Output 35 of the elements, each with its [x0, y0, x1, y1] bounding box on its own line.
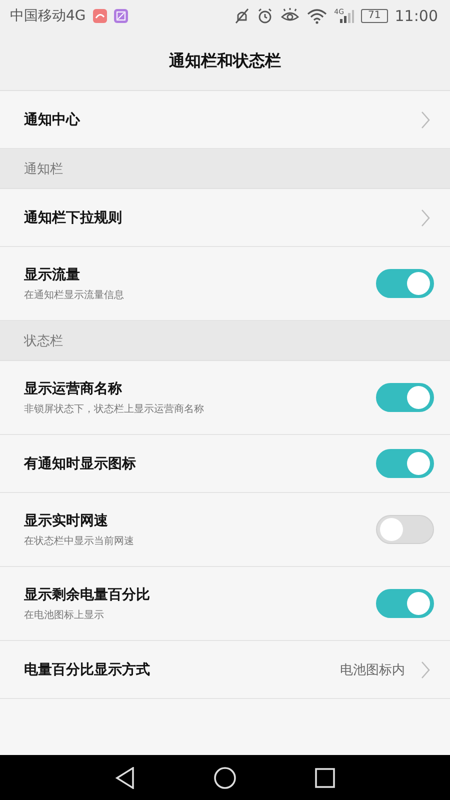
back-icon [114, 766, 135, 788]
clock-time: 11:00 [394, 7, 438, 25]
setting-label: 显示实时网速 [24, 512, 109, 530]
setting-description: 在状态栏中显示当前网速 [24, 534, 135, 548]
chevron-right-icon [421, 660, 430, 678]
toggle-switch[interactable] [376, 515, 434, 544]
setting-label: 显示剩余电量百分比 [24, 586, 151, 604]
toggle-switch[interactable] [376, 589, 434, 618]
home-icon [214, 766, 236, 788]
page-title: 通知栏和状态栏 [169, 50, 281, 72]
setting-label: 显示流量 [24, 266, 81, 284]
app-notification-icon [92, 9, 107, 23]
section-title: 状态栏 [24, 332, 63, 350]
recent-apps-icon [315, 768, 336, 788]
setting-label: 通知栏下拉规则 [24, 208, 123, 226]
setting-label: 通知中心 [24, 110, 82, 128]
chevron-right-icon [421, 208, 430, 226]
setting-label: 电量百分比显示方式 [24, 660, 151, 678]
chevron-right-icon [421, 110, 430, 128]
setting-description: 在电池图标上显示 [24, 608, 105, 622]
section-title: 通知栏 [24, 160, 63, 178]
wifi-icon [307, 8, 328, 24]
setting-label: 有通知时显示图标 [24, 454, 137, 472]
muted-bell-icon [234, 8, 250, 24]
toggle-switch[interactable] [376, 383, 434, 412]
setting-label: 显示运营商名称 [24, 380, 123, 398]
toggle-switch[interactable] [376, 449, 434, 478]
setting-description: 在通知栏显示流量信息 [24, 288, 125, 302]
app-notification-icon [114, 9, 128, 23]
carrier-name: 中国移动4G [10, 7, 86, 25]
toggle-switch[interactable] [376, 269, 434, 298]
setting-value: 电池图标内 [340, 662, 405, 678]
setting-description: 非锁屏状态下，状态栏上显示运营商名称 [24, 402, 205, 416]
battery-level: 71 [361, 9, 388, 23]
alarm-clock-icon [257, 8, 274, 24]
